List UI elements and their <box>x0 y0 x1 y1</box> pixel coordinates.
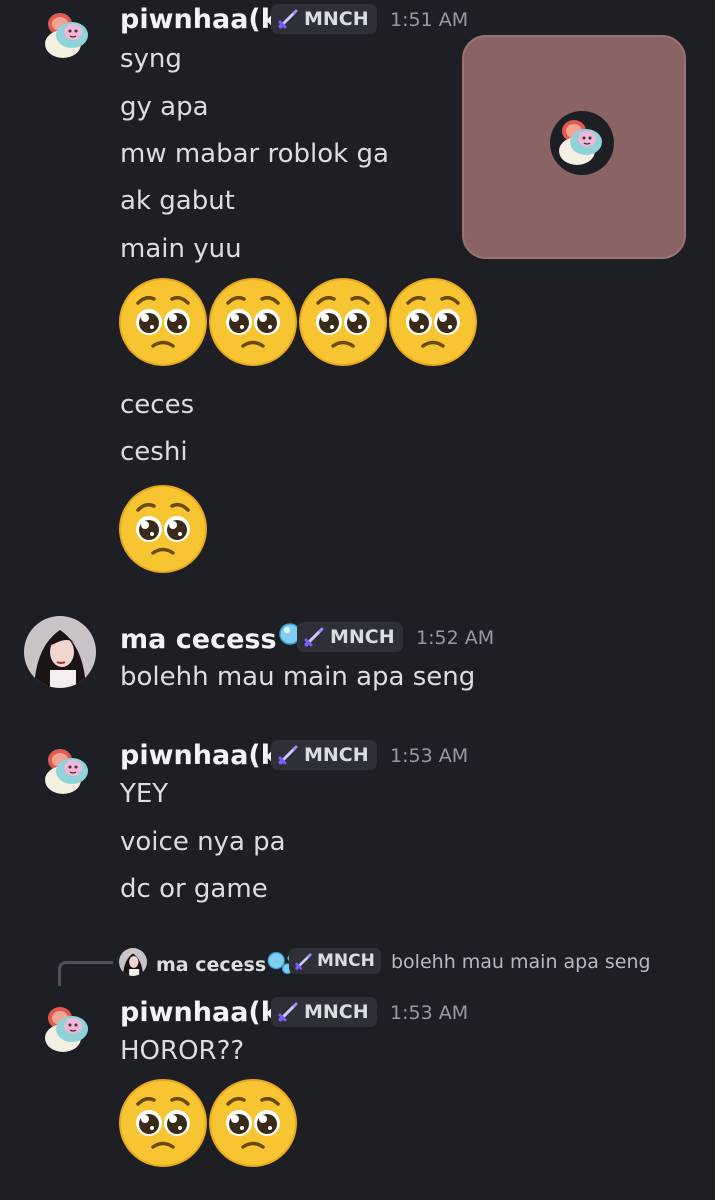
message-line: mw mabar roblok ga <box>120 139 389 169</box>
server-tag-label: MNCH <box>304 1001 369 1023</box>
server-tag-label: MNCH <box>317 951 375 971</box>
sword-icon <box>303 626 325 648</box>
timestamp: 1:52 AM <box>416 627 495 649</box>
username[interactable]: ma cecess <box>120 622 313 655</box>
message-line: bolehh mau main apa seng <box>120 662 476 692</box>
reply-preview-text[interactable]: bolehh mau main apa seng <box>391 951 651 973</box>
pleading-face-emoji-icon[interactable] <box>118 484 208 574</box>
reply-username[interactable]: ma cecess <box>156 951 295 976</box>
timestamp: 1:51 AM <box>390 9 469 31</box>
sword-icon <box>277 744 299 766</box>
pleading-face-emoji-icon[interactable] <box>208 277 298 367</box>
server-tag[interactable]: MNCH <box>271 4 377 34</box>
sticker-attachment[interactable] <box>462 35 686 259</box>
avatar[interactable] <box>36 998 100 1062</box>
server-tag[interactable]: MNCH <box>297 622 403 652</box>
message-line: YEY <box>120 779 169 809</box>
username[interactable]: piwnhaa(k) <box>120 997 291 1028</box>
server-tag[interactable]: MNCH <box>271 997 377 1027</box>
message-line: ceshi <box>120 437 188 467</box>
message-line: voice nya pa <box>120 827 286 857</box>
sword-icon <box>277 1001 299 1023</box>
message-line: main yuu <box>120 234 242 264</box>
pleading-face-emoji-icon[interactable] <box>388 277 478 367</box>
message-line: syng <box>120 44 182 74</box>
message-line: dc or game <box>120 874 268 904</box>
server-tag-label: MNCH <box>304 8 369 30</box>
timestamp: 1:53 AM <box>390 1002 469 1024</box>
message-line: HOROR?? <box>120 1036 245 1066</box>
server-tag-label: MNCH <box>304 744 369 766</box>
username[interactable]: piwnhaa(k) <box>120 740 291 771</box>
pleading-face-emoji-icon[interactable] <box>298 277 388 367</box>
server-tag-label: MNCH <box>330 626 395 648</box>
pleading-face-emoji-icon[interactable] <box>118 277 208 367</box>
emoji-row <box>118 1078 298 1168</box>
sword-icon <box>277 8 299 30</box>
server-tag[interactable]: MNCH <box>271 740 377 770</box>
avatar[interactable] <box>36 740 100 804</box>
message-line: ak gabut <box>120 186 235 216</box>
emoji-row <box>118 277 478 367</box>
sticker-image <box>550 111 614 175</box>
pleading-face-emoji-icon[interactable] <box>208 1078 298 1168</box>
server-tag[interactable]: MNCH <box>289 948 381 974</box>
avatar[interactable] <box>36 4 100 68</box>
sword-icon <box>294 951 313 971</box>
message-line: gy apa <box>120 92 209 122</box>
timestamp: 1:53 AM <box>390 745 469 767</box>
avatar[interactable] <box>24 616 96 688</box>
message-line: ceces <box>120 390 195 420</box>
pleading-face-emoji-icon[interactable] <box>118 1078 208 1168</box>
username[interactable]: piwnhaa(k) <box>120 4 291 35</box>
emoji-row <box>118 484 208 578</box>
reply-avatar[interactable] <box>119 948 147 976</box>
reply-connector <box>58 961 113 986</box>
